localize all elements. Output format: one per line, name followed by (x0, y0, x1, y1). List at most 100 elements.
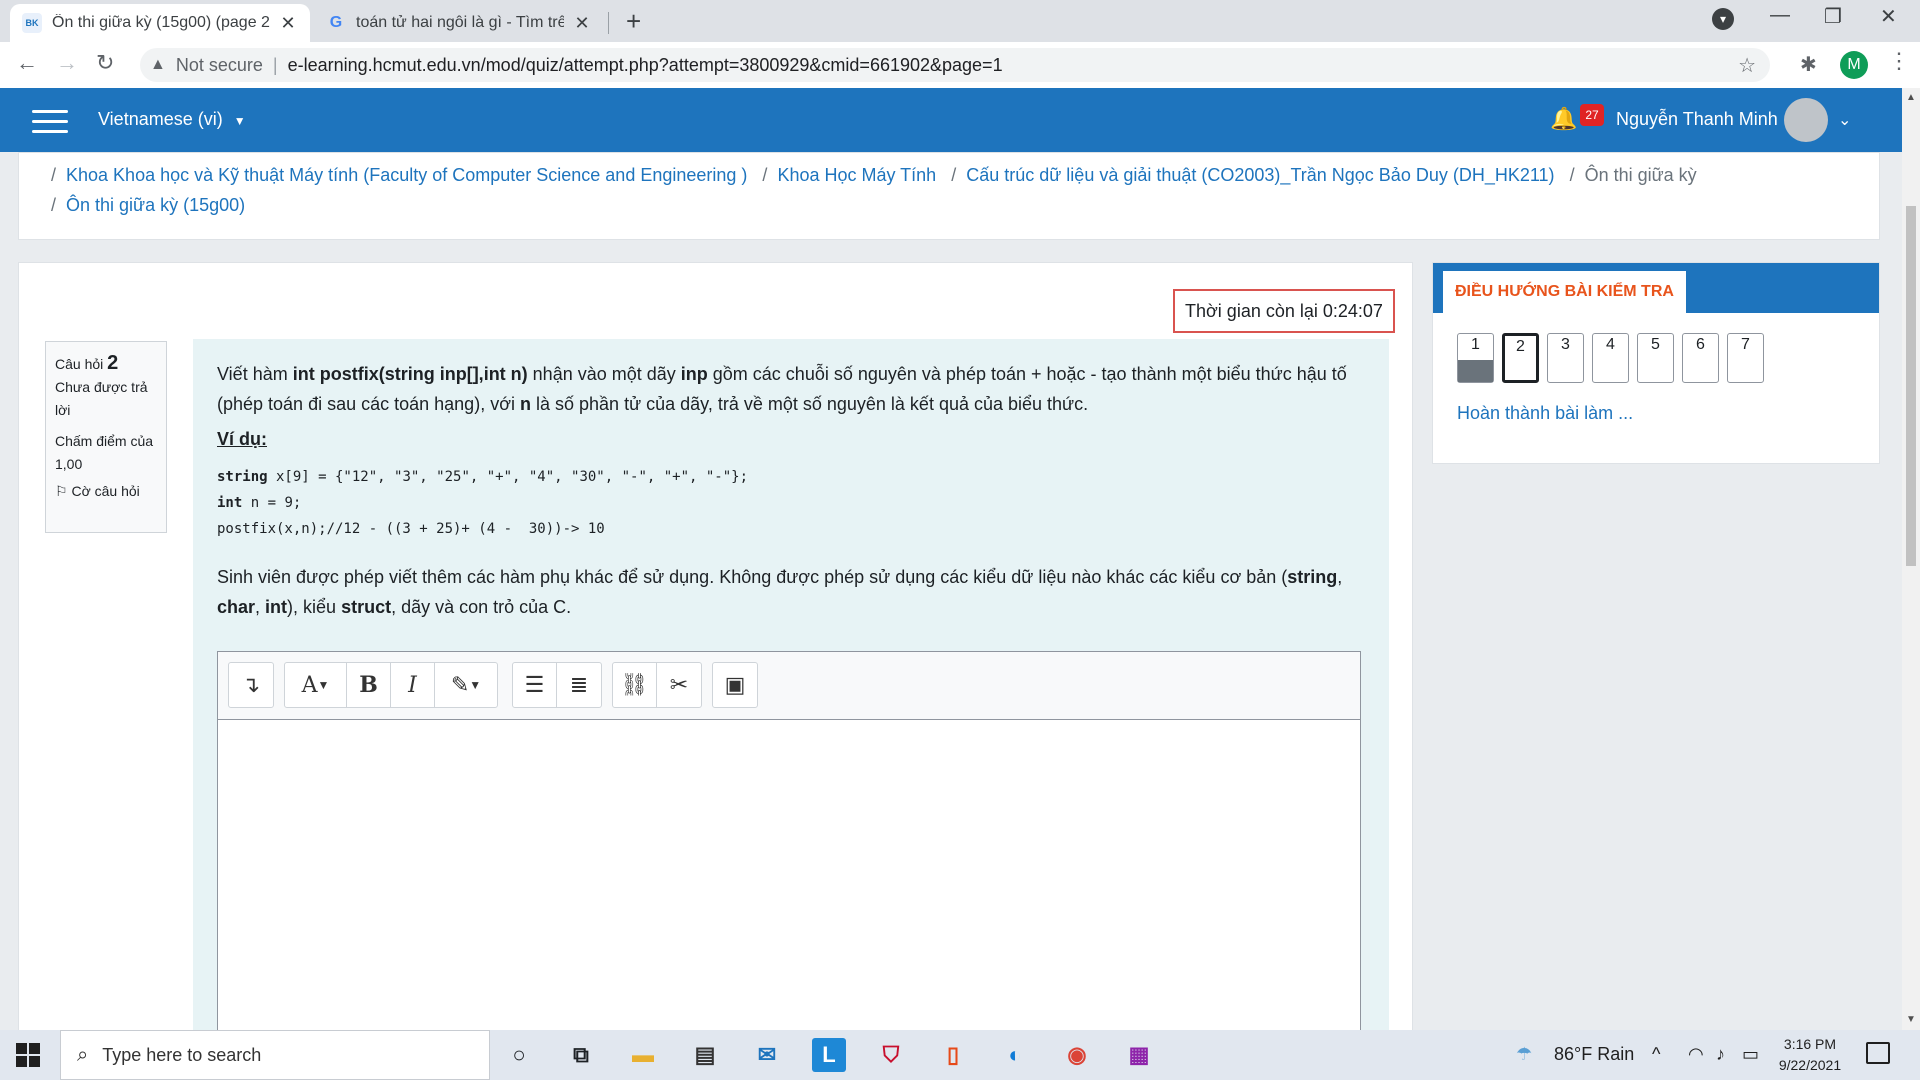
omnibox[interactable]: ▲ Not secure | e-learning.hcmut.edu.vn/m… (140, 48, 1770, 82)
toolbar-group: ⛓ ✂ (612, 662, 702, 708)
restore-icon[interactable]: ❐ (1824, 4, 1842, 29)
file-explorer-icon[interactable]: ▬ (626, 1038, 660, 1072)
question-nav-button[interactable]: 6 (1682, 333, 1719, 383)
hamburger-menu-icon[interactable] (32, 110, 68, 134)
office-icon[interactable]: ▯ (936, 1038, 970, 1072)
unlink-icon[interactable]: ✂ (657, 663, 701, 707)
toolbar-group: ↴ (228, 662, 274, 708)
question-nav-label: 2 (1516, 338, 1525, 355)
user-avatar[interactable] (1784, 98, 1828, 142)
question-content: Viết hàm int postfix(string inp[],int n)… (193, 339, 1389, 1030)
warning-icon: ▲ (150, 56, 166, 73)
windows-start-icon[interactable] (16, 1043, 40, 1067)
bold-icon[interactable]: B (347, 663, 391, 707)
windows-taskbar: ⌕ Type here to search ○ ⧉ ▬ ▤ ✉ L ⛉ ▯ ◐ … (0, 1030, 1920, 1080)
edge-icon[interactable]: ◐ (998, 1038, 1032, 1072)
breadcrumb-item[interactable]: Khoa Học Máy Tính (777, 165, 936, 185)
weather-icon: ☂ (1516, 1044, 1533, 1064)
wifi-icon[interactable]: ◠ (1688, 1044, 1704, 1065)
user-name[interactable]: Nguyễn Thanh Minh (1616, 109, 1778, 130)
text: inp (680, 364, 708, 384)
tab-google[interactable]: G toán tử hai ngôi là gì - Tìm trên G ✕ (314, 4, 604, 42)
l-app-icon[interactable]: L (812, 1038, 846, 1072)
reload-icon[interactable]: ↻ (96, 50, 114, 76)
breadcrumb-item[interactable]: Cấu trúc dữ liệu và giải thuật (CO2003)_… (966, 165, 1554, 185)
volume-icon[interactable]: ♪ (1716, 1044, 1725, 1065)
clock-time: 3:16 PM (1783, 1036, 1837, 1052)
task-view-icon[interactable]: ⧉ (564, 1038, 598, 1072)
quiz-main-region: Thời gian còn lại 0:24:07 Câu hỏi 2 Chưa… (18, 262, 1413, 1030)
extensions-icon[interactable]: ✱ (1800, 52, 1817, 77)
chrome-icon[interactable]: ◉ (1060, 1038, 1094, 1072)
profile-avatar[interactable]: M (1840, 51, 1868, 79)
quiz-navigation-block: ĐIỀU HƯỚNG BÀI KIỂM TRA 1 2 3 4 5 6 7 Ho… (1432, 262, 1880, 464)
code-text: x[9] = {"12", "3", "25", "+", "4", "30",… (267, 469, 749, 485)
scrollbar-thumb[interactable] (1906, 206, 1916, 566)
link-icon[interactable]: ⛓ (613, 663, 657, 707)
minimize-icon[interactable]: — (1770, 4, 1790, 27)
question-nav-button[interactable]: 1 (1457, 333, 1494, 383)
question-nav-button[interactable]: 4 (1592, 333, 1629, 383)
breadcrumb-item[interactable]: Khoa Khoa học và Kỹ thuật Máy tính (Facu… (66, 165, 747, 185)
question-nav-label: 7 (1741, 336, 1750, 353)
editor-toolbar: ↴ A ▼ B I ✎ ▼ ☰ ≣ ⛓ ✂ ▣ (218, 652, 1360, 720)
new-tab-button[interactable]: + (626, 6, 641, 37)
question-nav-button[interactable]: 2 (1502, 333, 1539, 383)
menu-kebab-icon[interactable]: ⋮ (1888, 48, 1910, 74)
page-scrollbar[interactable]: ▲ ▼ (1902, 88, 1920, 1030)
image-icon[interactable]: ▣ (713, 663, 757, 707)
mail-icon[interactable]: ✉ (750, 1038, 784, 1072)
highlight-icon[interactable]: ✎ ▼ (435, 663, 497, 707)
question-info: Câu hỏi 2 Chưa được trả lời Chấm điểm củ… (45, 341, 167, 533)
mcafee-icon[interactable]: ⛉ (874, 1038, 908, 1072)
cortana-icon[interactable]: ○ (502, 1038, 536, 1072)
battery-icon[interactable]: ▭ (1742, 1044, 1759, 1065)
italic-icon[interactable]: I (391, 663, 435, 707)
url-text[interactable]: e-learning.hcmut.edu.vn/mod/quiz/attempt… (288, 55, 1003, 76)
chevron-up-icon[interactable]: ^ (1652, 1044, 1660, 1065)
collapse-icon[interactable]: ↴ (229, 663, 273, 707)
back-icon[interactable]: ← (16, 50, 38, 76)
question-number: Câu hỏi 2 (55, 352, 157, 376)
caret-down-icon: ▼ (317, 678, 330, 692)
example-heading: Ví dụ: (217, 429, 267, 449)
message-count-badge[interactable]: 27 (1580, 104, 1604, 126)
store-icon[interactable]: ▤ (688, 1038, 722, 1072)
toolbar-group: ▣ (712, 662, 758, 708)
code-example: string x[9] = {"12", "3", "25", "+", "4"… (217, 464, 1365, 542)
taskbar-search-box[interactable]: ⌕ Type here to search (60, 1030, 490, 1080)
bullet-list-icon[interactable]: ☰ (513, 663, 557, 707)
question-nav-label: 5 (1651, 336, 1660, 353)
tab-search-icon[interactable]: ▾ (1712, 8, 1734, 30)
chevron-down-icon[interactable]: ⌄ (1838, 110, 1851, 130)
winrar-icon[interactable]: ▦ (1122, 1038, 1156, 1072)
editor-content-area[interactable] (218, 720, 1360, 1030)
flag-question-link[interactable]: ⚐ Cờ câu hỏi (55, 480, 157, 503)
finish-attempt-link[interactable]: Hoàn thành bài làm ... (1457, 403, 1633, 424)
divider: | (272, 54, 278, 75)
question-nav-label: 4 (1606, 336, 1615, 353)
breadcrumb-item[interactable]: Ôn thi giữa kỳ (15g00) (66, 195, 245, 215)
close-window-icon[interactable]: ✕ (1880, 4, 1897, 29)
bkel-icon: BK (22, 13, 42, 33)
notification-center-icon[interactable] (1866, 1042, 1890, 1064)
answer-editor: ↴ A ▼ B I ✎ ▼ ☰ ≣ ⛓ ✂ ▣ (217, 651, 1361, 1030)
forward-icon[interactable]: → (56, 50, 78, 76)
question-nav-button[interactable]: 5 (1637, 333, 1674, 383)
scroll-down-icon[interactable]: ▼ (1906, 1014, 1916, 1025)
bookmark-star-icon[interactable]: ☆ (1738, 53, 1756, 78)
notification-bell-icon[interactable]: 🔔 (1550, 106, 1577, 132)
weather-text[interactable]: 86°F Rain (1554, 1044, 1634, 1065)
close-icon[interactable]: ✕ (572, 13, 592, 34)
scroll-up-icon[interactable]: ▲ (1906, 92, 1916, 103)
text: n (520, 394, 531, 414)
numbered-list-icon[interactable]: ≣ (557, 663, 601, 707)
close-icon[interactable]: ✕ (278, 13, 298, 34)
font-style-icon[interactable]: A ▼ (285, 663, 347, 707)
language-menu[interactable]: Vietnamese (vi) ▼ (98, 109, 246, 130)
question-nav-button[interactable]: 3 (1547, 333, 1584, 383)
question-nav-button[interactable]: 7 (1727, 333, 1764, 383)
taskbar-clock[interactable]: 3:16 PM 9/22/2021 (1762, 1034, 1858, 1076)
breadcrumb: / Khoa Khoa học và Kỹ thuật Máy tính (Fac… (18, 152, 1880, 240)
tab-quiz[interactable]: BK Ôn thi giữa kỳ (15g00) (page 2 of ✕ (10, 4, 310, 42)
